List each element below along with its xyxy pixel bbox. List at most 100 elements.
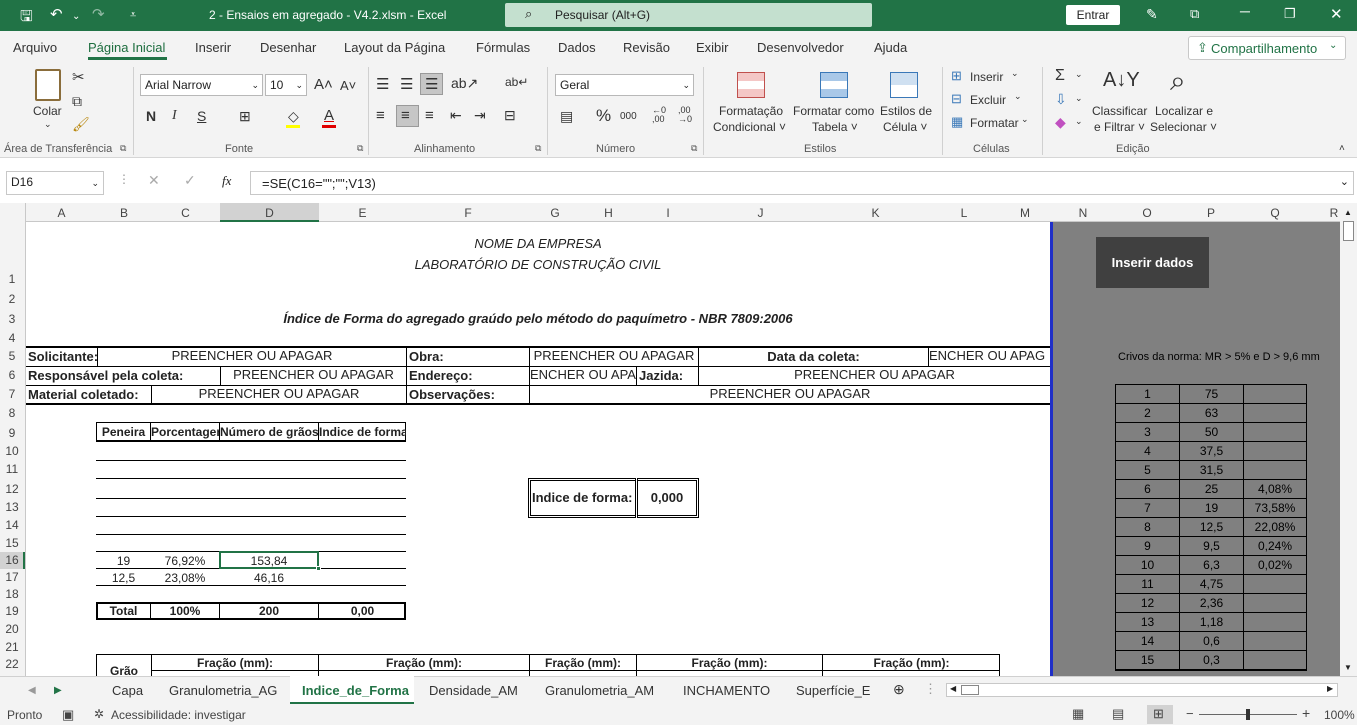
th-fracao[interactable]: Fração (mm): xyxy=(637,656,822,670)
crivo-abertura[interactable]: 63 xyxy=(1180,404,1244,422)
total-graos[interactable]: 200 xyxy=(220,604,318,618)
collapse-ribbon-icon[interactable]: ˄ xyxy=(1339,143,1345,154)
crivo-percent[interactable] xyxy=(1244,442,1306,460)
crivo-index[interactable]: 15 xyxy=(1116,651,1180,669)
col-header[interactable]: E xyxy=(319,206,406,220)
indice-value[interactable]: 0,000 xyxy=(638,490,696,505)
cell-styles-label-2[interactable]: Célula ˅ xyxy=(883,120,927,134)
next-sheet-icon[interactable]: ▶ xyxy=(54,685,62,696)
delete-cells-label[interactable]: Excluir xyxy=(970,93,1006,107)
crivo-percent[interactable] xyxy=(1244,575,1306,593)
accounting-icon[interactable]: ▤ xyxy=(560,108,573,125)
th-numero-graos[interactable]: Número de grãos xyxy=(220,425,318,439)
zoom-slider-thumb[interactable] xyxy=(1246,709,1250,720)
col-header[interactable]: I xyxy=(637,206,699,220)
total-indice[interactable]: 0,00 xyxy=(319,604,406,618)
macro-record-icon[interactable]: ▣ xyxy=(62,707,74,723)
chevron-down-icon[interactable]: ⌄ xyxy=(1014,91,1022,102)
cell-styles-label-1[interactable]: Estilos de xyxy=(880,104,932,118)
col-header[interactable]: F xyxy=(406,206,530,220)
conditional-formatting-icon[interactable] xyxy=(737,72,765,98)
number-format-select[interactable]: Geral ⌄ xyxy=(555,74,694,96)
row-header[interactable]: 6 xyxy=(0,368,24,382)
indice-label[interactable]: Indice de forma: xyxy=(532,490,632,505)
label-responsavel[interactable]: Responsável pela coleta: xyxy=(28,368,183,383)
col-header[interactable]: R xyxy=(1328,206,1340,220)
tab-revisao[interactable]: Revisão xyxy=(623,40,670,55)
crivo-abertura[interactable]: 19 xyxy=(1180,499,1244,517)
borders-icon[interactable]: ⊞ xyxy=(239,108,251,125)
crivo-abertura[interactable]: 31,5 xyxy=(1180,461,1244,479)
align-top-icon[interactable]: ☰ xyxy=(376,75,389,93)
redo-icon[interactable]: ↷ xyxy=(92,5,105,23)
sheet-tab-granulometria-am[interactable]: Granulometria_AM xyxy=(545,683,654,698)
sort-filter-label-1[interactable]: Classificar xyxy=(1092,104,1147,118)
label-solicitante[interactable]: Solicitante: xyxy=(28,349,98,364)
cell-styles-icon[interactable] xyxy=(890,72,918,98)
add-sheet-icon[interactable]: ⊕ xyxy=(893,681,905,698)
horizontal-scrollbar[interactable]: ◀ ▶ xyxy=(946,683,1338,697)
merge-cells-icon[interactable]: ⊟ xyxy=(504,107,516,124)
bold-button[interactable]: N xyxy=(146,108,156,124)
cond-format-label-1[interactable]: Formatação xyxy=(719,104,783,118)
crivo-percent[interactable]: 22,08% xyxy=(1244,518,1306,536)
ribbon-display-icon[interactable]: ⧉ xyxy=(1190,6,1199,22)
row-header[interactable]: 7 xyxy=(0,387,24,401)
label-endereco[interactable]: Endereço: xyxy=(409,368,473,383)
crivo-index[interactable]: 12 xyxy=(1116,594,1180,612)
row-header[interactable]: 20 xyxy=(0,622,24,636)
crivo-abertura[interactable]: 0,6 xyxy=(1180,632,1244,650)
crivo-abertura[interactable]: 50 xyxy=(1180,423,1244,441)
fill-color-icon[interactable]: ◇ xyxy=(288,108,299,125)
th-fracao[interactable]: Fração (mm): xyxy=(530,656,636,670)
row-header[interactable]: 3 xyxy=(0,312,24,326)
select-all-button[interactable] xyxy=(0,203,26,222)
value-solicitante[interactable]: PREENCHER OU APAGAR xyxy=(98,348,406,363)
row-header[interactable]: 18 xyxy=(0,587,24,601)
vertical-scrollbar[interactable]: ▲ ▼ xyxy=(1340,203,1357,676)
crivo-percent[interactable] xyxy=(1244,613,1306,631)
crivo-abertura[interactable]: 0,3 xyxy=(1180,651,1244,669)
row-header[interactable]: 9 xyxy=(0,426,24,440)
cell-numero-graos[interactable]: 46,16 xyxy=(220,571,318,585)
row-header[interactable]: 12 xyxy=(0,482,24,496)
th-fracao[interactable]: Fração (mm): xyxy=(823,656,1000,670)
customize-qat-icon[interactable]: ⩡ xyxy=(130,9,136,22)
crivo-index[interactable]: 2 xyxy=(1116,404,1180,422)
close-icon[interactable]: ✕ xyxy=(1330,5,1343,23)
delete-cells-icon[interactable]: ⊟ xyxy=(951,91,962,107)
scroll-left-icon[interactable]: ◀ xyxy=(950,684,956,693)
sort-filter-icon[interactable]: A↓Y xyxy=(1103,69,1140,92)
crivo-percent[interactable] xyxy=(1244,423,1306,441)
align-right-icon[interactable]: ≡ xyxy=(425,107,434,124)
decrease-indent-icon[interactable]: ⇤ xyxy=(450,107,462,124)
font-size-select[interactable]: 10 ⌄ xyxy=(265,74,307,96)
format-cells-label[interactable]: Formatar xyxy=(970,116,1019,130)
tab-layout[interactable]: Layout da Página xyxy=(344,40,445,55)
crivo-index[interactable]: 4 xyxy=(1116,442,1180,460)
crivo-abertura[interactable]: 9,5 xyxy=(1180,537,1244,555)
insert-data-button[interactable]: Inserir dados xyxy=(1096,237,1209,288)
font-name-select[interactable]: Arial Narrow ⌄ xyxy=(140,74,263,96)
th-indice-forma[interactable]: Indice de forma xyxy=(319,425,406,439)
crivo-percent[interactable] xyxy=(1244,594,1306,612)
col-header[interactable]: N xyxy=(1051,206,1115,220)
crivo-abertura[interactable]: 2,36 xyxy=(1180,594,1244,612)
row-header[interactable]: 21 xyxy=(0,640,24,654)
page-layout-icon[interactable]: ▤ xyxy=(1112,706,1124,722)
col-header[interactable]: O xyxy=(1115,206,1179,220)
zoom-in-icon[interactable]: + xyxy=(1302,705,1310,721)
increase-indent-icon[interactable]: ⇥ xyxy=(474,107,486,124)
italic-button[interactable]: I xyxy=(172,108,177,124)
cell-peneira[interactable]: 19 xyxy=(97,554,150,568)
crivo-percent[interactable] xyxy=(1244,632,1306,650)
tab-inserir[interactable]: Inserir xyxy=(195,40,231,55)
crivo-percent[interactable] xyxy=(1244,651,1306,669)
paste-icon[interactable] xyxy=(35,69,61,101)
sign-in-button[interactable]: Entrar xyxy=(1066,5,1120,25)
format-cells-icon[interactable]: ▦ xyxy=(951,114,963,130)
align-left-icon[interactable]: ≡ xyxy=(376,107,385,124)
zoom-out-icon[interactable]: − xyxy=(1186,706,1194,721)
crivo-abertura[interactable]: 6,3 xyxy=(1180,556,1244,574)
label-data-coleta[interactable]: Data da coleta: xyxy=(699,349,928,364)
